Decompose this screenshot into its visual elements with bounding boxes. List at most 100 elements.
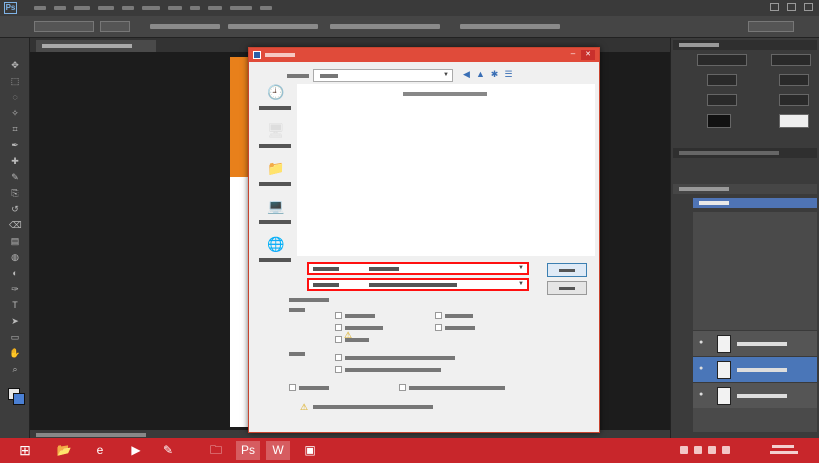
layer-row[interactable]: ●: [693, 330, 817, 356]
move-icon[interactable]: ✥: [9, 60, 21, 70]
layer-row-selected[interactable]: ●: [693, 356, 817, 382]
save-in-dropdown[interactable]: ▼: [313, 69, 453, 82]
options-3d-buttons[interactable]: [460, 24, 560, 29]
blur-icon[interactable]: ◍: [9, 252, 21, 262]
start-button[interactable]: ⊞: [16, 442, 34, 459]
word-icon[interactable]: W: [266, 441, 290, 460]
annotations-checkbox[interactable]: [435, 312, 442, 319]
healing-brush-icon[interactable]: ✚: [9, 156, 21, 166]
crop-icon[interactable]: ⌗: [9, 124, 21, 134]
place-computer[interactable]: 💻: [253, 196, 297, 232]
place-network[interactable]: 🌐: [253, 234, 297, 270]
font-style-dropdown[interactable]: [771, 54, 811, 66]
back-icon[interactable]: ◀: [461, 69, 472, 80]
alpha-channels-checkbox[interactable]: [335, 324, 342, 331]
spot-colors-checkbox[interactable]: [335, 336, 342, 343]
menu-window[interactable]: [230, 6, 252, 10]
photoshop-icon[interactable]: Ps: [236, 441, 260, 460]
lowercase-extension-checkbox[interactable]: [399, 384, 406, 391]
options-mode-dropdown[interactable]: [100, 21, 130, 32]
options-preset-dropdown[interactable]: [34, 21, 94, 32]
lasso-icon[interactable]: ◌: [9, 92, 21, 102]
dodge-icon[interactable]: ◐: [9, 268, 21, 278]
use-proof-setup-checkbox[interactable]: [335, 354, 342, 361]
options-distribute-buttons[interactable]: [330, 24, 440, 29]
pen-icon[interactable]: ✑: [9, 284, 21, 294]
options-align-buttons[interactable]: [228, 24, 318, 29]
clone-stamp-icon[interactable]: ⎘: [9, 188, 21, 198]
visibility-icon[interactable]: ●: [699, 365, 707, 373]
marquee-icon[interactable]: ⬚: [9, 76, 21, 86]
path-select-icon[interactable]: ➤: [9, 316, 21, 326]
visibility-icon[interactable]: ●: [699, 339, 707, 347]
dialog-minimize-icon[interactable]: –: [568, 50, 578, 60]
tray-network-icon[interactable]: [694, 446, 702, 454]
new-folder-icon[interactable]: ✱: [489, 69, 500, 80]
thumbnail-checkbox[interactable]: [289, 384, 296, 391]
document-tab[interactable]: [36, 40, 156, 52]
place-libraries[interactable]: 📁: [253, 158, 297, 194]
layers-checkbox[interactable]: [435, 324, 442, 331]
explorer-icon[interactable]: 📂: [52, 441, 76, 460]
icc-profile-checkbox[interactable]: [335, 366, 342, 373]
menu-view[interactable]: [208, 6, 222, 10]
clock-date[interactable]: [770, 451, 798, 454]
maximize-icon[interactable]: [787, 3, 796, 11]
format-dropdown[interactable]: ▼: [307, 278, 529, 291]
ie-icon[interactable]: e: [88, 441, 112, 460]
menu-image[interactable]: [74, 6, 90, 10]
save-button[interactable]: [547, 263, 587, 277]
gradient-icon[interactable]: ▤: [9, 236, 21, 246]
kerning-field[interactable]: [707, 94, 737, 106]
dialog-close-icon[interactable]: ✕: [581, 50, 595, 60]
shape-icon[interactable]: ▭: [9, 332, 21, 342]
font-family-dropdown[interactable]: [697, 54, 747, 66]
eraser-icon[interactable]: ⌫: [9, 220, 22, 230]
eyedropper-icon[interactable]: ✒: [9, 140, 21, 150]
place-recent-places[interactable]: 🕘: [253, 82, 297, 118]
history-brush-icon[interactable]: ↺: [9, 204, 21, 214]
close-icon[interactable]: [804, 3, 813, 11]
folder-icon[interactable]: 🗀: [204, 441, 228, 460]
menu-type[interactable]: [122, 6, 134, 10]
hand-icon[interactable]: ✋: [9, 348, 21, 358]
menu-select[interactable]: [142, 6, 160, 10]
menu-layer[interactable]: [98, 6, 114, 10]
type-icon[interactable]: T: [9, 300, 21, 310]
layers-tab[interactable]: [693, 198, 817, 208]
zoom-icon[interactable]: ⌕: [9, 364, 21, 374]
leading-field[interactable]: [779, 74, 809, 86]
brush-icon[interactable]: ✎: [9, 172, 21, 182]
font-size-field[interactable]: [707, 74, 737, 86]
place-desktop[interactable]: 🖥: [253, 120, 297, 156]
media-icon[interactable]: ▶: [124, 441, 148, 460]
menu-help[interactable]: [260, 6, 272, 10]
text-color-swatch[interactable]: [707, 114, 731, 128]
tray-flag-icon[interactable]: [680, 446, 688, 454]
quick-select-icon[interactable]: ✧: [9, 108, 21, 118]
baseline-field[interactable]: [779, 114, 809, 128]
file-list[interactable]: [297, 84, 595, 256]
file-name-field[interactable]: ▼: [307, 262, 529, 275]
background-color-swatch[interactable]: [13, 393, 25, 405]
menu-edit[interactable]: [54, 6, 66, 10]
menu-file[interactable]: [34, 6, 46, 10]
view-menu-icon[interactable]: ☰: [503, 69, 514, 80]
minimize-icon[interactable]: [770, 3, 779, 11]
visibility-icon[interactable]: ●: [699, 391, 707, 399]
clock-time[interactable]: [772, 445, 794, 448]
tray-volume-icon[interactable]: [708, 446, 716, 454]
layer-row[interactable]: ●: [693, 382, 817, 408]
tray-language-icon[interactable]: [722, 446, 730, 454]
menu-3d[interactable]: [190, 6, 200, 10]
photos-icon[interactable]: ▣: [298, 441, 322, 460]
character-panel-header[interactable]: [673, 40, 817, 50]
as-a-copy-checkbox[interactable]: [335, 312, 342, 319]
up-folder-icon[interactable]: ▲: [475, 69, 486, 80]
cancel-button[interactable]: [547, 281, 587, 295]
menu-filter[interactable]: [168, 6, 182, 10]
workspace-dropdown[interactable]: [748, 21, 794, 32]
layers-panel-tabs[interactable]: [673, 184, 817, 194]
paint-icon[interactable]: ✎: [156, 441, 180, 460]
tracking-field[interactable]: [779, 94, 809, 106]
